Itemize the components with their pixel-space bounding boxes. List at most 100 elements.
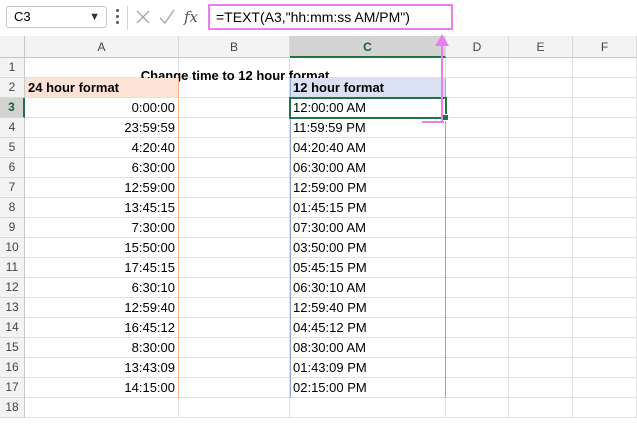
cell[interactable] [573,78,637,98]
cell[interactable] [446,278,509,298]
cell[interactable] [573,118,637,138]
cell[interactable] [509,198,573,218]
cell[interactable] [446,78,509,98]
time-12-cell[interactable]: 04:20:40 AM [290,138,446,158]
time-12-cell[interactable]: 03:50:00 PM [290,238,446,258]
time-24-cell[interactable]: 0:00:00 [25,98,179,118]
column-header-c[interactable]: C [290,36,446,58]
row-header-8[interactable]: 8 [0,198,25,218]
cell[interactable] [179,258,290,278]
cell[interactable] [25,398,179,418]
time-12-cell[interactable]: 04:45:12 PM [290,318,446,338]
cell[interactable] [446,358,509,378]
time-24-cell[interactable]: 13:43:09 [25,358,179,378]
cell[interactable] [573,298,637,318]
cell[interactable] [446,58,509,78]
cell[interactable] [573,178,637,198]
time-12-cell[interactable]: 02:15:00 PM [290,378,446,398]
row-header-11[interactable]: 11 [0,258,25,278]
time-12-cell[interactable]: 07:30:00 AM [290,218,446,238]
cell[interactable] [179,338,290,358]
time-12-cell[interactable]: 12:00:00 AM [290,98,446,118]
cell[interactable] [509,338,573,358]
time-12-cell[interactable]: 12:59:00 PM [290,178,446,198]
cell[interactable] [446,258,509,278]
time-12-cell[interactable]: 06:30:10 AM [290,278,446,298]
cell[interactable] [179,298,290,318]
cell[interactable] [179,138,290,158]
column-header-a[interactable]: A [25,36,179,58]
cell[interactable] [179,318,290,338]
row-header-1[interactable]: 1 [0,58,25,78]
cell[interactable] [573,238,637,258]
cell[interactable] [179,118,290,138]
cell[interactable] [179,378,290,398]
cell[interactable] [509,258,573,278]
time-24-cell[interactable]: 13:45:15 [25,198,179,218]
cell[interactable] [573,58,637,78]
time-12-cell[interactable]: 06:30:00 AM [290,158,446,178]
cell[interactable] [446,238,509,258]
cell[interactable] [446,218,509,238]
cell[interactable] [509,378,573,398]
cell[interactable] [573,98,637,118]
row-header-3[interactable]: 3 [0,98,25,118]
row-header-13[interactable]: 13 [0,298,25,318]
row-header-18[interactable]: 18 [0,398,25,418]
cell[interactable] [573,358,637,378]
row-header-15[interactable]: 15 [0,338,25,358]
insert-function-icon[interactable]: fx [184,6,202,28]
cell[interactable] [179,358,290,378]
time-12-cell[interactable]: 05:45:15 PM [290,258,446,278]
header-24-hour[interactable]: 24 hour format [25,78,179,98]
cell[interactable] [509,58,573,78]
cancel-icon[interactable] [135,6,151,28]
time-24-cell[interactable]: 17:45:15 [25,258,179,278]
row-header-16[interactable]: 16 [0,358,25,378]
chevron-down-icon[interactable]: ▼ [89,7,100,27]
cell[interactable] [509,218,573,238]
cell[interactable] [573,158,637,178]
header-12-hour[interactable]: 12 hour format [290,78,446,98]
cell[interactable] [573,218,637,238]
cell[interactable] [179,398,290,418]
cell[interactable] [509,318,573,338]
time-24-cell[interactable]: 12:59:40 [25,298,179,318]
time-12-cell[interactable]: 08:30:00 AM [290,338,446,358]
cell[interactable] [509,78,573,98]
cell[interactable] [179,198,290,218]
time-24-cell[interactable]: 6:30:00 [25,158,179,178]
time-24-cell[interactable]: 8:30:00 [25,338,179,358]
cell[interactable] [446,198,509,218]
enter-check-icon[interactable] [158,6,176,28]
row-header-14[interactable]: 14 [0,318,25,338]
row-header-5[interactable]: 5 [0,138,25,158]
cell[interactable] [179,158,290,178]
cell[interactable] [573,338,637,358]
row-header-6[interactable]: 6 [0,158,25,178]
column-header-e[interactable]: E [509,36,573,58]
cell[interactable] [509,158,573,178]
cell[interactable] [509,298,573,318]
row-header-9[interactable]: 9 [0,218,25,238]
time-24-cell[interactable]: 4:20:40 [25,138,179,158]
cell[interactable] [573,278,637,298]
cell[interactable] [446,378,509,398]
cell[interactable] [446,318,509,338]
time-24-cell[interactable]: 6:30:10 [25,278,179,298]
time-12-cell[interactable]: 12:59:40 PM [290,298,446,318]
more-options-icon[interactable] [116,7,120,27]
name-box[interactable]: C3 ▼ [6,6,107,28]
time-12-cell[interactable]: 01:43:09 PM [290,358,446,378]
cell[interactable] [573,138,637,158]
time-24-cell[interactable]: 16:45:12 [25,318,179,338]
time-12-cell[interactable]: 01:45:15 PM [290,198,446,218]
row-header-12[interactable]: 12 [0,278,25,298]
time-24-cell[interactable]: 7:30:00 [25,218,179,238]
formula-input[interactable]: =TEXT(A3,"hh:mm:ss AM/PM") [208,4,453,30]
cell[interactable] [446,178,509,198]
row-header-17[interactable]: 17 [0,378,25,398]
cell[interactable] [179,98,290,118]
cell[interactable] [509,238,573,258]
cell[interactable] [509,138,573,158]
